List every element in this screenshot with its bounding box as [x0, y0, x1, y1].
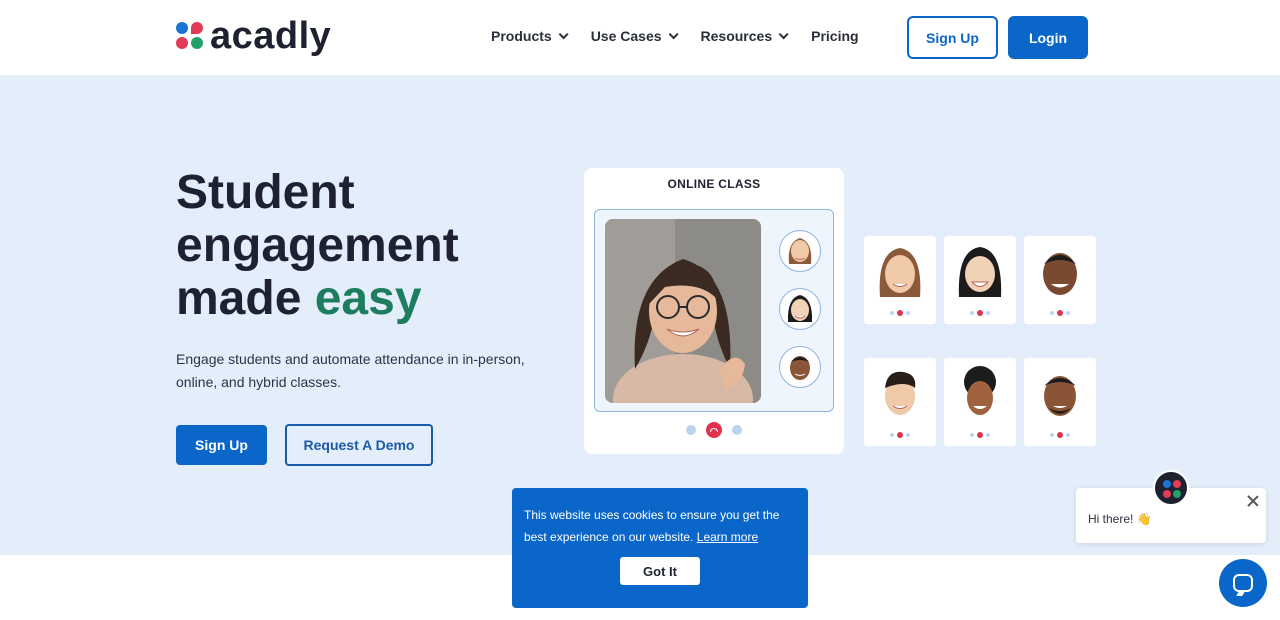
student-tile — [944, 236, 1016, 324]
hero-title-accent: easy — [314, 272, 422, 325]
acadly-logo-icon — [176, 22, 204, 50]
nav-resources[interactable]: Resources — [700, 28, 789, 44]
header-signup-button[interactable]: Sign Up — [907, 16, 998, 59]
student-tile — [944, 358, 1016, 446]
teacher-video — [605, 219, 761, 403]
chat-greeting-text: Hi there! 👋 — [1088, 512, 1152, 526]
header-login-button[interactable]: Login — [1008, 16, 1088, 59]
online-class-title: ONLINE CLASS — [667, 177, 761, 191]
request-demo-button[interactable]: Request A Demo — [285, 424, 433, 466]
student-tile — [864, 358, 936, 446]
nav-products-label: Products — [491, 28, 552, 44]
hero-title-line1: Student — [176, 166, 355, 219]
hero-title: Student engagement made easy — [176, 166, 556, 325]
chat-icon — [1233, 574, 1253, 592]
participant-avatar — [779, 288, 821, 330]
hero-subtitle: Engage students and automate attendance … — [176, 351, 525, 390]
cookie-learn-more-link[interactable]: Learn more — [697, 530, 758, 544]
brand-name: acadly — [210, 15, 332, 57]
cookie-accept-button[interactable]: Got It — [620, 557, 700, 585]
nav-pricing-label: Pricing — [811, 28, 859, 44]
brand-logo[interactable]: acadly — [176, 16, 331, 56]
nav-pricing[interactable]: Pricing — [811, 28, 858, 44]
video-call-frame — [594, 209, 834, 412]
call-controls — [584, 422, 844, 438]
hero-title-line2: engagement — [176, 219, 459, 272]
chat-agent-avatar — [1153, 470, 1189, 506]
nav-use-cases[interactable]: Use Cases — [590, 28, 679, 44]
cookie-message: This website uses cookies to ensure you … — [524, 504, 796, 548]
site-header: acadly Products Use Cases Resources Pric… — [0, 0, 1280, 75]
close-icon[interactable] — [1246, 494, 1260, 508]
participant-avatars — [779, 230, 821, 388]
camera-toggle[interactable] — [732, 425, 742, 435]
nav-products[interactable]: Products — [491, 28, 569, 44]
main-nav: Products Use Cases Resources Pricing — [491, 28, 885, 44]
online-class-card: ONLINE CLASS — [584, 168, 844, 454]
chevron-down-icon — [558, 28, 569, 39]
mic-toggle[interactable] — [686, 425, 696, 435]
student-tile — [1024, 358, 1096, 446]
chevron-down-icon — [668, 28, 679, 39]
nav-resources-label: Resources — [700, 28, 773, 44]
participant-avatar — [779, 230, 821, 272]
chevron-down-icon — [778, 28, 789, 39]
end-call-icon[interactable] — [706, 422, 722, 438]
participant-avatar — [779, 346, 821, 388]
nav-use-cases-label: Use Cases — [590, 28, 662, 44]
cookie-banner: This website uses cookies to ensure you … — [512, 488, 808, 608]
chat-launcher-button[interactable] — [1219, 559, 1267, 607]
student-tile — [864, 236, 936, 324]
hero-signup-button[interactable]: Sign Up — [176, 425, 267, 465]
student-tile — [1024, 236, 1096, 324]
hero-title-line3: made — [176, 272, 315, 325]
